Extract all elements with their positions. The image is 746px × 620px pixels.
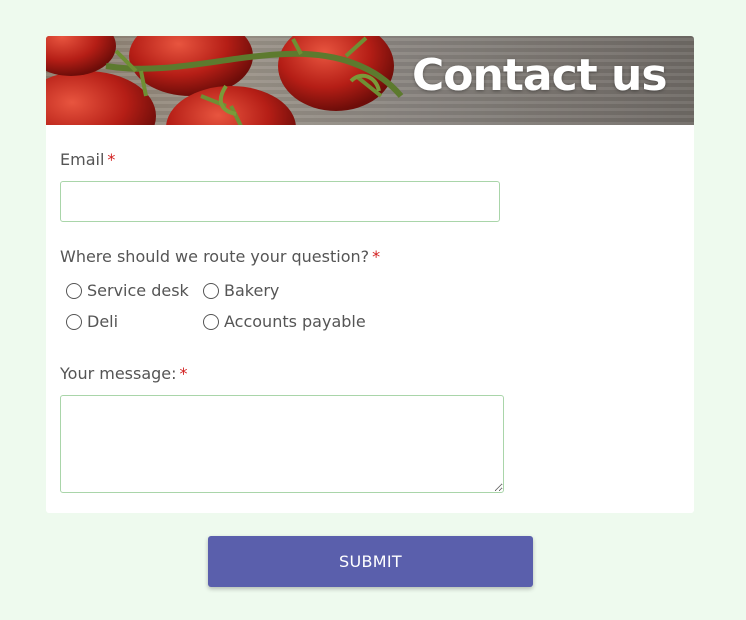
page-title: Contact us (412, 50, 668, 101)
message-label: Your message: * (60, 364, 188, 383)
radio-service-desk[interactable]: Service desk (66, 281, 189, 300)
radio-circle-icon[interactable] (66, 282, 82, 299)
route-options-row-1: Service desk Bakery (66, 281, 466, 303)
radio-circle-icon[interactable] (203, 313, 219, 330)
message-textarea[interactable] (60, 395, 504, 493)
radio-deli[interactable]: Deli (66, 312, 118, 331)
contact-form-card: Contact us Email * Where should we route … (46, 36, 694, 513)
required-marker: * (179, 364, 188, 383)
message-label-text: Your message: (60, 364, 177, 383)
route-label-text: Where should we route your question? (60, 247, 370, 266)
radio-label: Service desk (87, 281, 189, 300)
required-marker: * (372, 247, 381, 266)
radio-bakery[interactable]: Bakery (203, 281, 279, 300)
email-field[interactable] (60, 181, 500, 222)
radio-label: Accounts payable (224, 312, 366, 331)
radio-label: Bakery (224, 281, 280, 300)
banner-image: Contact us (46, 36, 694, 125)
radio-circle-icon[interactable] (203, 282, 219, 299)
email-label-text: Email (60, 150, 105, 169)
radio-accounts-payable[interactable]: Accounts payable (203, 312, 366, 331)
required-marker: * (107, 150, 116, 169)
email-label: Email * (60, 150, 115, 169)
radio-circle-icon[interactable] (66, 313, 82, 330)
route-options-row-2: Deli Accounts payable (66, 312, 466, 334)
submit-button[interactable]: SUBMIT (208, 536, 533, 587)
radio-label: Deli (87, 312, 119, 331)
route-label: Where should we route your question? * (60, 247, 380, 266)
